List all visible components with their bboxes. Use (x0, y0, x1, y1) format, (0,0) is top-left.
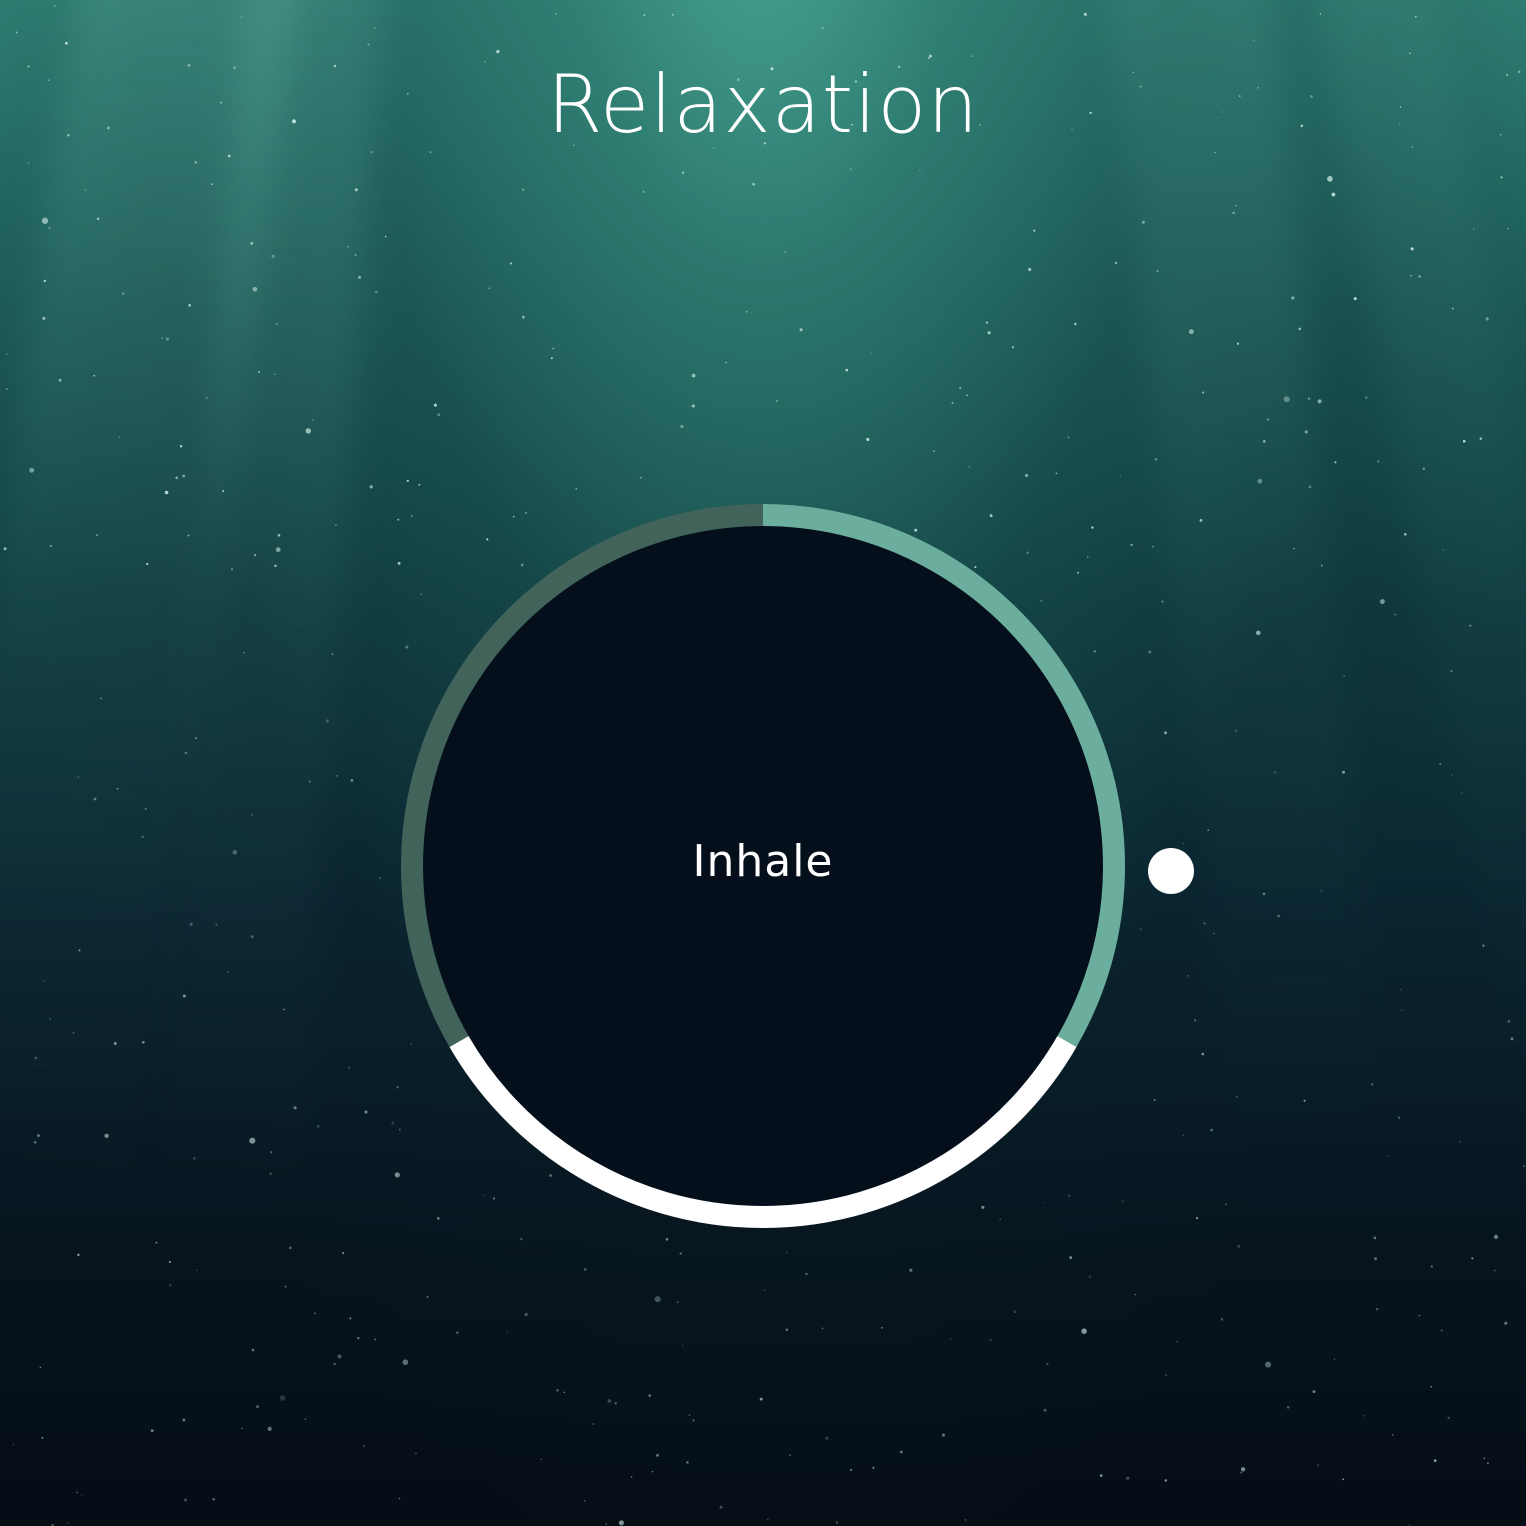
breath-phase-label: Inhale (692, 836, 834, 887)
dot-indicator-icon (1148, 848, 1194, 894)
breathing-circle[interactable] (0, 0, 1526, 1526)
relaxation-screen: Relaxation Inhale (0, 0, 1526, 1526)
